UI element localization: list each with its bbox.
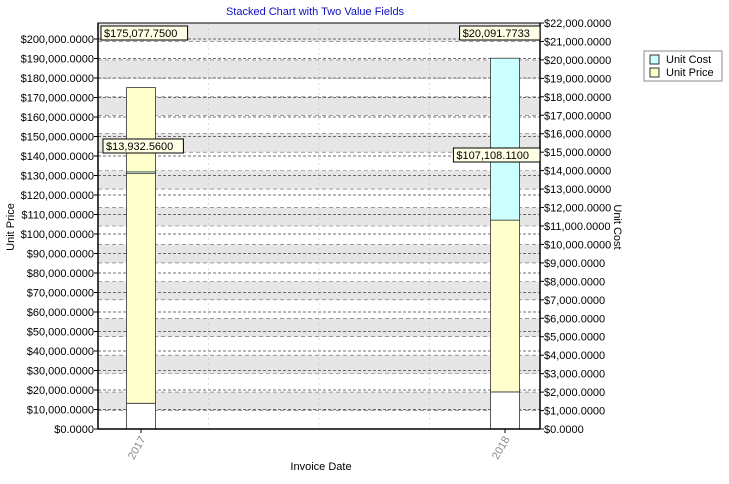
left-tick-label: $90,000.0000 xyxy=(27,249,94,261)
legend-swatch-unit-cost xyxy=(649,54,660,65)
data-label: $107,108.1100 xyxy=(452,147,541,163)
legend-swatch-unit-price xyxy=(649,67,660,78)
left-tick-label: $40,000.0000 xyxy=(27,346,94,358)
left-tick-label: $30,000.0000 xyxy=(27,366,94,378)
right-tick-label: $16,000.0000 xyxy=(544,129,611,141)
left-tick-label: $0.0000 xyxy=(54,424,94,436)
bar-unit-price-2017 xyxy=(126,87,156,404)
x-tick-label: 2017 xyxy=(126,435,149,462)
bar-base-2017 xyxy=(126,402,156,430)
data-label-text: $175,077.7500 xyxy=(104,28,177,40)
right-tick-label: $9,000.0000 xyxy=(544,258,605,270)
left-tick-label: $20,000.0000 xyxy=(27,385,94,397)
left-tick-label: $50,000.0000 xyxy=(27,327,94,339)
legend-label-unit-cost: Unit Cost xyxy=(666,54,711,66)
data-label-text: $107,108.1100 xyxy=(456,150,529,162)
legend-label-unit-price: Unit Price xyxy=(666,67,714,79)
left-tick-label: $170,000.0000 xyxy=(21,93,94,105)
right-tick-label: $18,000.0000 xyxy=(544,92,611,104)
right-tick-label: $11,000.0000 xyxy=(544,221,610,233)
right-axis-title: Unit Cost xyxy=(611,204,623,249)
left-tick-label: $110,000.0000 xyxy=(21,210,94,222)
right-tick-label: $3,000.0000 xyxy=(544,369,605,381)
data-label: $175,077.7500 xyxy=(100,25,189,41)
right-tick-label: $1,000.0000 xyxy=(544,406,605,418)
right-tick-label: $19,000.0000 xyxy=(544,73,611,85)
left-tick-label: $120,000.0000 xyxy=(21,190,94,202)
right-tick-label: $6,000.0000 xyxy=(544,313,605,325)
left-tick-label: $100,000.0000 xyxy=(21,229,94,241)
bar-unit-price-2018 xyxy=(490,219,520,393)
left-tick-label: $10,000.0000 xyxy=(27,405,94,417)
right-tick-label: $8,000.0000 xyxy=(544,276,605,288)
chart-svg: $0.0000 $10,000.0000 $20,000.0000 $30,000.0… xyxy=(5,6,723,473)
right-tick-label: $13,000.0000 xyxy=(544,184,611,196)
right-tick-label: $0.0000 xyxy=(544,424,584,436)
right-tick-label: $7,000.0000 xyxy=(544,295,605,307)
left-axis-title: Unit Price xyxy=(5,203,17,251)
data-label: $20,091.7733 xyxy=(459,25,541,41)
stacked-chart: $0.0000 $10,000.0000 $20,000.0000 $30,000.0… xyxy=(0,0,729,479)
left-tick-label: $140,000.0000 xyxy=(21,151,94,163)
x-axis-title: Invoice Date xyxy=(290,461,351,473)
left-tick-label: $80,000.0000 xyxy=(27,268,94,280)
x-tick-label: 2018 xyxy=(490,435,513,462)
right-tick-label: $22,000.0000 xyxy=(544,18,611,30)
right-tick-label: $2,000.0000 xyxy=(544,387,605,399)
right-tick-label: $10,000.0000 xyxy=(544,239,611,251)
right-tick-label: $17,000.0000 xyxy=(544,110,611,122)
chart-title: Stacked Chart with Two Value Fields xyxy=(226,6,405,18)
data-label-text: $20,091.7733 xyxy=(463,28,530,40)
left-tick-label: $180,000.0000 xyxy=(21,73,94,85)
bar-base-2018 xyxy=(490,391,520,430)
right-tick-label: $21,000.0000 xyxy=(544,36,611,48)
left-tick-label: $70,000.0000 xyxy=(27,288,94,300)
left-tick-label: $160,000.0000 xyxy=(21,112,94,124)
left-tick-label: $150,000.0000 xyxy=(21,132,94,144)
right-tick-label: $12,000.0000 xyxy=(544,203,611,215)
right-tick-label: $15,000.0000 xyxy=(544,147,611,159)
left-tick-label: $60,000.0000 xyxy=(27,307,94,319)
left-tick-label: $200,000.0000 xyxy=(21,34,94,46)
right-tick-label: $14,000.0000 xyxy=(544,166,611,178)
right-tick-label: $5,000.0000 xyxy=(544,332,605,344)
bar-unit-cost-2017 xyxy=(126,171,156,174)
right-tick-label: $4,000.0000 xyxy=(544,350,605,362)
bar-unit-cost-2018 xyxy=(490,57,520,221)
data-label: $13,932.5600 xyxy=(102,138,184,154)
data-label-text: $13,932.5600 xyxy=(106,141,173,153)
legend[interactable]: Unit Cost Unit Price xyxy=(643,50,723,82)
left-tick-label: $190,000.0000 xyxy=(21,54,94,66)
left-tick-label: $130,000.0000 xyxy=(21,171,94,183)
right-tick-label: $20,000.0000 xyxy=(544,55,611,67)
